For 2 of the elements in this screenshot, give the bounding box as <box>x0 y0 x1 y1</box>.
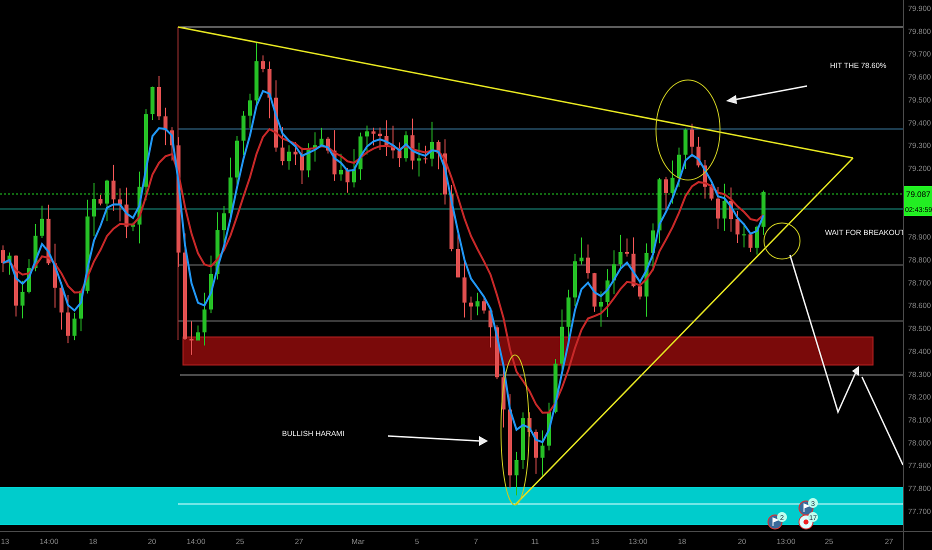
ellipse-annotation <box>764 222 800 260</box>
last-price-tag: 79.087 <box>904 186 932 201</box>
